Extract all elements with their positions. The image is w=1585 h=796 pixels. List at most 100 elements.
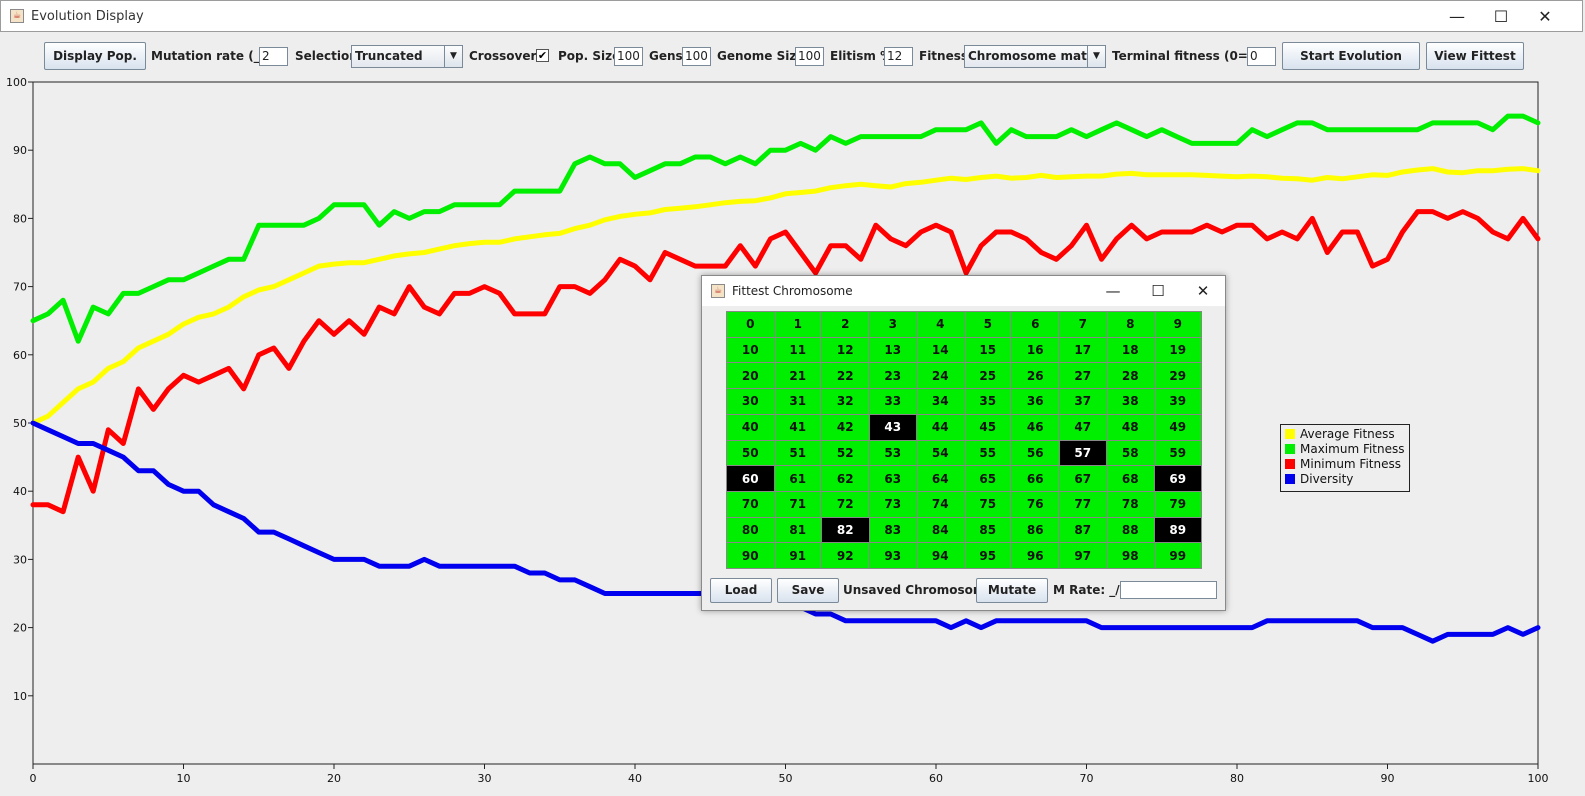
gene-cell[interactable]: 54: [917, 440, 964, 466]
gene-cell[interactable]: 75: [964, 491, 1011, 517]
gene-cell[interactable]: 1: [774, 312, 821, 337]
save-button[interactable]: Save: [777, 578, 839, 603]
gene-cell[interactable]: 8: [1107, 312, 1154, 337]
gene-cell[interactable]: 62: [822, 466, 869, 491]
gene-cell[interactable]: 86: [1012, 517, 1059, 543]
gene-cell[interactable]: 36: [1012, 389, 1059, 414]
gene-cell[interactable]: 31: [774, 389, 821, 414]
gene-cell[interactable]: 63: [869, 466, 916, 491]
gene-cell[interactable]: 77: [1059, 491, 1106, 517]
gene-cell[interactable]: 21: [774, 363, 821, 389]
gene-cell[interactable]: 87: [1059, 517, 1106, 543]
fitness-dropdown[interactable]: Chromosome match ▼: [964, 45, 1106, 68]
gene-cell[interactable]: 19: [1154, 337, 1201, 363]
close-icon[interactable]: ✕: [1183, 279, 1223, 303]
gene-cell[interactable]: 28: [1107, 363, 1154, 389]
gene-cell[interactable]: 74: [917, 491, 964, 517]
gene-cell[interactable]: 33: [869, 389, 916, 414]
chevron-down-icon[interactable]: ▼: [444, 46, 462, 67]
gene-cell[interactable]: 48: [1107, 414, 1154, 440]
chevron-down-icon[interactable]: ▼: [1087, 46, 1105, 67]
gene-cell[interactable]: 13: [869, 337, 916, 363]
gene-cell[interactable]: 47: [1059, 414, 1106, 440]
maximize-icon[interactable]: ☐: [1138, 279, 1178, 303]
gene-cell[interactable]: 95: [964, 543, 1011, 568]
gene-cell[interactable]: 82: [822, 517, 869, 543]
display-pop-button[interactable]: Display Pop.: [44, 42, 146, 70]
gene-cell[interactable]: 32: [822, 389, 869, 414]
gene-cell[interactable]: 18: [1107, 337, 1154, 363]
gene-cell[interactable]: 20: [727, 363, 774, 389]
gene-cell[interactable]: 50: [727, 440, 774, 466]
gene-cell[interactable]: 91: [774, 543, 821, 568]
gene-cell[interactable]: 66: [1012, 466, 1059, 491]
gene-cell[interactable]: 4: [917, 312, 964, 337]
gene-cell[interactable]: 30: [727, 389, 774, 414]
gene-cell[interactable]: 29: [1154, 363, 1201, 389]
maximize-icon[interactable]: ☐: [1481, 5, 1521, 29]
gene-cell[interactable]: 57: [1059, 440, 1106, 466]
gene-cell[interactable]: 46: [1012, 414, 1059, 440]
gene-cell[interactable]: 41: [774, 414, 821, 440]
gene-cell[interactable]: 81: [774, 517, 821, 543]
gene-cell[interactable]: 97: [1059, 543, 1106, 568]
gene-cell[interactable]: 0: [727, 312, 774, 337]
gene-cell[interactable]: 61: [774, 466, 821, 491]
gene-cell[interactable]: 16: [1012, 337, 1059, 363]
gene-cell[interactable]: 64: [917, 466, 964, 491]
gene-cell[interactable]: 27: [1059, 363, 1106, 389]
gene-cell[interactable]: 52: [822, 440, 869, 466]
view-fittest-button[interactable]: View Fittest: [1426, 42, 1524, 70]
gene-cell[interactable]: 37: [1059, 389, 1106, 414]
gene-cell[interactable]: 70: [727, 491, 774, 517]
gene-cell[interactable]: 99: [1154, 543, 1201, 568]
gene-cell[interactable]: 45: [964, 414, 1011, 440]
gene-cell[interactable]: 68: [1107, 466, 1154, 491]
minimize-icon[interactable]: —: [1437, 5, 1477, 29]
gene-cell[interactable]: 79: [1154, 491, 1201, 517]
gene-cell[interactable]: 6: [1012, 312, 1059, 337]
m-rate-field[interactable]: [1120, 581, 1217, 599]
gene-cell[interactable]: 38: [1107, 389, 1154, 414]
gene-cell[interactable]: 72: [822, 491, 869, 517]
gene-cell[interactable]: 44: [917, 414, 964, 440]
gene-cell[interactable]: 9: [1154, 312, 1201, 337]
gene-cell[interactable]: 34: [917, 389, 964, 414]
gene-cell[interactable]: 93: [869, 543, 916, 568]
gene-cell[interactable]: 17: [1059, 337, 1106, 363]
mutation-rate-field[interactable]: 2: [259, 47, 288, 66]
pop-size-field[interactable]: 100: [614, 47, 643, 66]
gene-cell[interactable]: 11: [774, 337, 821, 363]
gene-cell[interactable]: 24: [917, 363, 964, 389]
gene-cell[interactable]: 89: [1154, 517, 1201, 543]
load-button[interactable]: Load: [710, 578, 772, 603]
gene-cell[interactable]: 90: [727, 543, 774, 568]
gene-cell[interactable]: 25: [964, 363, 1011, 389]
gene-cell[interactable]: 73: [869, 491, 916, 517]
close-icon[interactable]: ✕: [1525, 5, 1565, 29]
gene-cell[interactable]: 60: [727, 466, 774, 491]
gene-cell[interactable]: 76: [1012, 491, 1059, 517]
gene-cell[interactable]: 43: [869, 414, 916, 440]
gene-cell[interactable]: 42: [822, 414, 869, 440]
selection-dropdown[interactable]: Truncated ▼: [351, 45, 463, 68]
gene-cell[interactable]: 71: [774, 491, 821, 517]
gene-cell[interactable]: 40: [727, 414, 774, 440]
gene-cell[interactable]: 88: [1107, 517, 1154, 543]
gene-cell[interactable]: 78: [1107, 491, 1154, 517]
gene-cell[interactable]: 94: [917, 543, 964, 568]
gens-field[interactable]: 100: [682, 47, 711, 66]
gene-cell[interactable]: 2: [822, 312, 869, 337]
gene-cell[interactable]: 84: [917, 517, 964, 543]
gene-cell[interactable]: 15: [964, 337, 1011, 363]
start-evolution-button[interactable]: Start Evolution: [1282, 42, 1420, 70]
gene-cell[interactable]: 85: [964, 517, 1011, 543]
gene-cell[interactable]: 23: [869, 363, 916, 389]
gene-cell[interactable]: 53: [869, 440, 916, 466]
minimize-icon[interactable]: —: [1093, 279, 1133, 303]
gene-cell[interactable]: 98: [1107, 543, 1154, 568]
gene-cell[interactable]: 5: [964, 312, 1011, 337]
gene-cell[interactable]: 14: [917, 337, 964, 363]
genome-size-field[interactable]: 100: [795, 47, 824, 66]
gene-cell[interactable]: 96: [1012, 543, 1059, 568]
